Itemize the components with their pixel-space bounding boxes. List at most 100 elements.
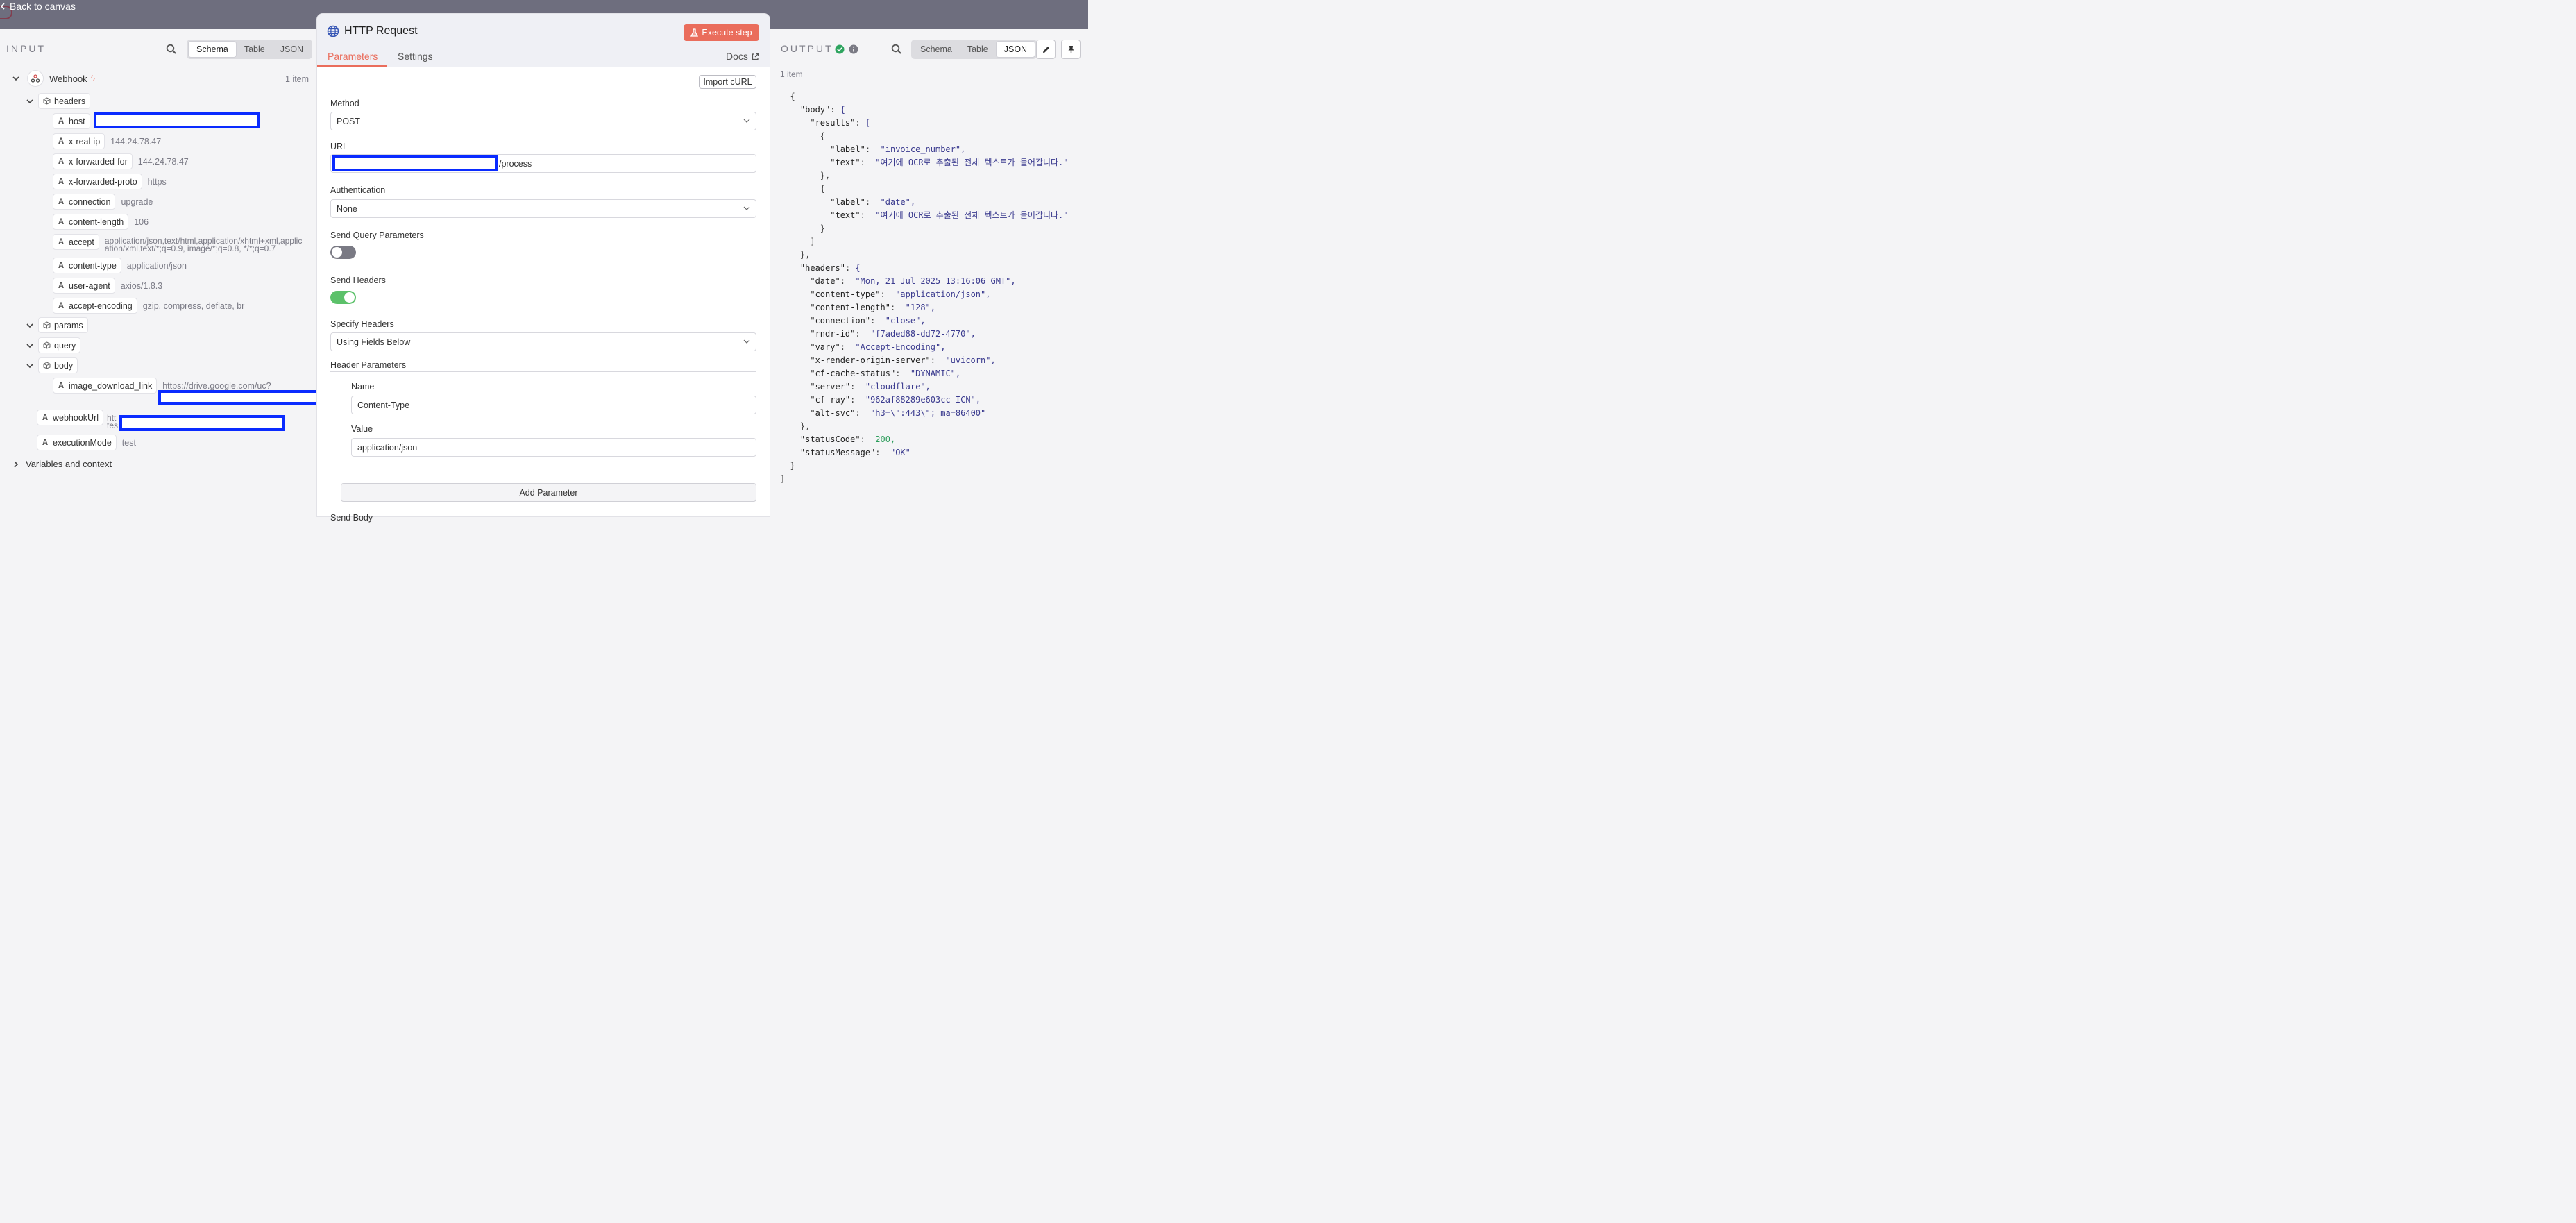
json-line: "statusMessage": "OK" — [799, 448, 910, 457]
input-tab-json[interactable]: JSON — [273, 41, 311, 58]
modal-header: HTTP Request Execute step Parameters Set… — [317, 14, 770, 67]
json-line: "cf-ray": "962af88289e603cc-ICN", — [810, 395, 981, 405]
header-name-input[interactable]: Content-Type — [351, 396, 756, 414]
output-tab-json[interactable]: JSON — [995, 41, 1036, 58]
redacted-url-base — [332, 155, 498, 171]
chevron-down-icon[interactable] — [12, 74, 20, 83]
back-to-canvas-link[interactable]: Back to canvas — [0, 1, 76, 12]
header-key: user-agent — [69, 280, 110, 291]
body-key: body — [54, 360, 74, 371]
input-tab-schema[interactable]: Schema — [188, 41, 237, 58]
header-value: 144.24.78.47 — [110, 136, 162, 146]
toggle-knob — [344, 292, 355, 303]
header-key: accept — [69, 237, 94, 247]
header-value-line-2: ation/xml,text/*;q=0.9, image/*;q=0.8, *… — [104, 244, 276, 253]
header-row-content-length: Acontent-length 106 — [53, 214, 149, 230]
header-name-value: Content-Type — [357, 400, 410, 410]
chevron-down-icon[interactable] — [26, 341, 34, 350]
header-row-content-type: Acontent-type application/json — [53, 258, 187, 273]
header-value: 144.24.78.47 — [137, 156, 189, 167]
method-select[interactable]: POST — [330, 112, 756, 130]
authentication-select[interactable]: None — [330, 199, 756, 218]
json-line: "results": [ — [810, 118, 871, 128]
variables-and-context-label: Variables and context — [26, 459, 112, 469]
string-type-icon: A — [58, 177, 65, 186]
send-query-toggle[interactable] — [330, 246, 356, 259]
header-value-input[interactable]: application/json — [351, 438, 756, 457]
header-value: axios/1.8.3 — [120, 280, 163, 291]
chevron-down-icon[interactable] — [26, 97, 34, 106]
specify-headers-select[interactable]: Using Fields Below — [330, 332, 756, 351]
send-headers-toggle[interactable] — [330, 291, 356, 304]
search-icon[interactable] — [166, 44, 177, 55]
query-key: query — [54, 340, 76, 351]
cube-icon — [39, 321, 54, 329]
output-tab-schema[interactable]: Schema — [913, 41, 960, 58]
variables-and-context-toggle[interactable]: Variables and context — [12, 459, 112, 469]
json-line: "connection": "close", — [810, 316, 926, 326]
chevron-down-icon — [743, 339, 750, 344]
header-row-x-real-ip: Ax-real-ip 144.24.78.47 — [53, 133, 161, 149]
url-value-suffix: /process — [499, 158, 532, 169]
execute-step-button[interactable]: Execute step — [684, 24, 759, 41]
pin-icon — [1068, 45, 1074, 53]
input-tab-table[interactable]: Table — [237, 41, 273, 58]
divider — [330, 371, 756, 372]
specify-headers-value: Using Fields Below — [337, 337, 411, 347]
chevron-down-icon[interactable] — [26, 321, 34, 330]
specify-headers-label: Specify Headers — [330, 319, 394, 329]
edit-output-button[interactable] — [1036, 40, 1056, 59]
string-chip: AexecutionMode — [37, 435, 117, 450]
json-line: }, — [780, 171, 831, 180]
cube-icon — [39, 341, 54, 349]
chevron-down-icon — [743, 119, 750, 123]
tab-settings[interactable]: Settings — [398, 51, 433, 62]
send-headers-label: Send Headers — [330, 276, 386, 285]
header-row-accept: Aaccept application/json,text/html,appli… — [53, 234, 302, 253]
tree-node-body[interactable]: body — [26, 357, 78, 373]
body-key-name: image_download_link — [69, 380, 153, 391]
json-line: "date": "Mon, 21 Jul 2025 13:16:06 GMT", — [810, 276, 1016, 286]
input-view-switcher: Schema Table JSON — [187, 40, 313, 59]
output-tab-table[interactable]: Table — [960, 41, 996, 58]
import-curl-button[interactable]: Import cURL — [699, 75, 756, 89]
string-type-icon: A — [58, 157, 65, 166]
string-chip: Ahost — [53, 113, 90, 129]
output-view-switcher: Schema Table JSON — [911, 40, 1037, 59]
json-line: "vary": "Accept-Encoding", — [810, 342, 946, 352]
header-name-label: Name — [351, 382, 375, 391]
tree-node-query[interactable]: query — [26, 337, 81, 353]
docs-link[interactable]: Docs — [726, 51, 759, 62]
string-type-icon: A — [58, 217, 65, 226]
tree-root-webhook[interactable]: Webhook ϟ — [12, 70, 95, 87]
info-icon[interactable] — [849, 44, 858, 54]
modal-title: HTTP Request — [327, 25, 418, 37]
header-value-label: Value — [351, 424, 373, 434]
tree-node-headers[interactable]: headers — [26, 93, 91, 109]
authentication-label: Authentication — [330, 185, 386, 195]
cube-icon — [39, 362, 54, 369]
headers-key: headers — [54, 96, 86, 106]
json-line: "body": { — [799, 105, 845, 115]
webhook-node-name: Webhook — [49, 73, 87, 84]
back-to-canvas-label: Back to canvas — [10, 1, 76, 12]
chevron-right-icon[interactable] — [12, 460, 20, 469]
string-chip: Ax-forwarded-proto — [53, 174, 142, 189]
docs-label: Docs — [726, 51, 748, 62]
tab-parameters[interactable]: Parameters — [328, 51, 378, 62]
send-body-label: Send Body — [330, 513, 373, 523]
webhook-node-icon — [27, 70, 44, 87]
header-key: host — [69, 116, 85, 126]
output-search-icon[interactable] — [891, 44, 902, 55]
tree-node-params[interactable]: params — [26, 317, 88, 333]
json-line: "label": "invoice_number", — [830, 144, 966, 154]
add-parameter-button[interactable]: Add Parameter — [341, 483, 756, 502]
json-line: }, — [780, 421, 811, 431]
header-value: gzip, compress, deflate, br — [142, 301, 245, 311]
string-chip: Aaccept — [53, 234, 99, 250]
chevron-down-icon[interactable] — [26, 362, 34, 370]
json-line: "headers": { — [799, 263, 861, 273]
pin-output-button[interactable] — [1061, 40, 1081, 59]
body-value: https://drive.google.com/uc? — [162, 380, 271, 391]
toggle-knob — [332, 247, 342, 258]
